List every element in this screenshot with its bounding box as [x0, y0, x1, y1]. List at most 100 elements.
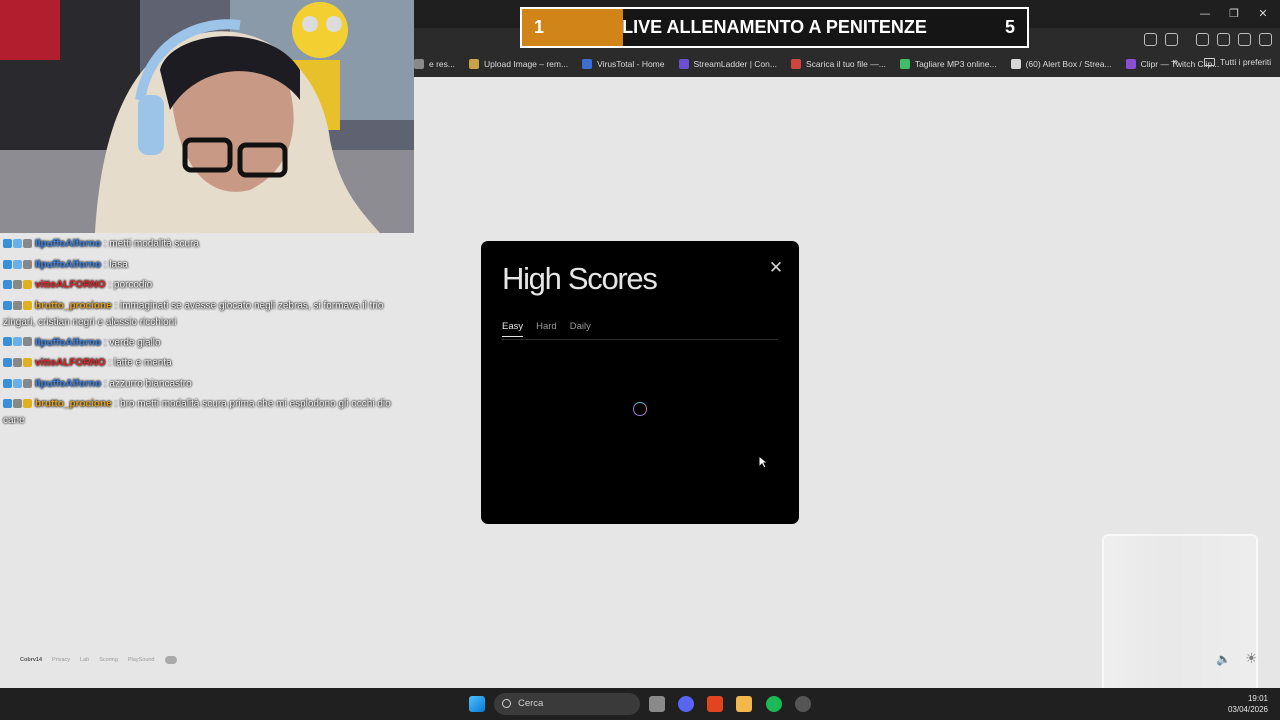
maximize-button[interactable]: ❐ [1223, 4, 1245, 24]
chat-text: : metti modalità scura [103, 238, 199, 250]
footer-link-privacy[interactable]: Privacy [52, 657, 70, 663]
bookmark-item[interactable]: Tagliare MP3 online... [899, 59, 997, 69]
chat-text: : lasa [103, 259, 128, 271]
bookmark-favicon-icon [468, 59, 479, 69]
chat-badge-icon [23, 238, 32, 248]
chat-badge-icon [13, 378, 22, 388]
tab-daily[interactable]: Daily [570, 321, 591, 337]
bookmarks-overflow-chevron-icon[interactable]: » [1172, 55, 1179, 68]
chat-username: vittoALFORNO [35, 357, 106, 369]
bookmark-item[interactable]: (60) Alert Box / Strea... [1010, 59, 1112, 69]
bookmark-favicon-icon [899, 59, 910, 69]
taskbar-clock[interactable]: 19:01 03/04/2026 [1228, 693, 1268, 715]
chat-text: : porcodio [108, 279, 153, 291]
webcam-feed [0, 0, 414, 233]
bookmark-item[interactable]: Upload Image – rem... [468, 59, 569, 69]
bookmark-label: e res... [429, 59, 455, 69]
bookmark-item[interactable]: VirusTotal - Home [582, 59, 665, 69]
bookmark-label: VirusTotal - Home [597, 59, 665, 69]
chat-badge-icon [23, 399, 32, 409]
chat-username: IlpuffoAlforno [35, 337, 102, 349]
chat-badge-icon [3, 358, 12, 368]
penalty-counter-banner: LIVE ALLENAMENTO A PENITENZE 1 5 [520, 7, 1029, 48]
chat-text: : latte e menta [108, 357, 172, 369]
chat-username: vittoALFORNO [35, 279, 106, 291]
folder-icon [1204, 58, 1215, 66]
task-view-icon[interactable] [649, 696, 665, 712]
chat-badges [3, 277, 33, 293]
banner-title: LIVE ALLENAMENTO A PENITENZE [622, 17, 927, 37]
footer-link-lab[interactable]: Lab [80, 657, 89, 663]
bookmark-label: Scarica il tuo file —... [805, 59, 886, 69]
chat-username: IlpuffoAlforno [35, 259, 102, 271]
chat-message: vittoALFORNO : latte e menta [0, 353, 414, 374]
chat-badge-icon [23, 337, 32, 347]
bookmark-item[interactable]: StreamLadder | Con... [678, 59, 777, 69]
obs-icon[interactable] [795, 696, 811, 712]
chat-badges [3, 376, 33, 392]
leo-ai-icon[interactable] [1217, 33, 1230, 46]
chat-message: IlpuffoAlforno : verde giallo [0, 333, 414, 354]
tab-easy[interactable]: Easy [502, 321, 524, 337]
dialog-title: High Scores [502, 261, 658, 296]
difficulty-tabs: Easy Hard Daily [502, 321, 591, 337]
tabs-divider [501, 339, 778, 340]
taskbar-search[interactable]: Cerca [494, 693, 640, 715]
bookmark-favicon-icon [1125, 59, 1136, 69]
chat-badges [3, 355, 33, 371]
menu-icon[interactable] [1259, 33, 1272, 46]
discord-icon[interactable] [678, 696, 694, 712]
all-bookmarks-label: Tutti i preferiti [1220, 57, 1272, 67]
chat-badge-icon [13, 337, 22, 347]
chat-username: brutto_procione [35, 300, 112, 312]
bookmark-favicon-icon [582, 59, 593, 69]
site-footer: Cobrv14 Privacy Lab Scoring PlaySound [20, 656, 177, 664]
vpn-shield-icon[interactable] [1238, 33, 1251, 46]
chat-badge-icon [13, 259, 22, 269]
chat-badge-icon [3, 399, 12, 409]
bookmark-favicon-icon [678, 59, 689, 69]
brave-browser-icon[interactable] [707, 696, 723, 712]
chat-badge-icon [13, 399, 22, 409]
close-icon[interactable]: ✕ [767, 259, 785, 277]
chat-badges [3, 298, 33, 314]
chat-badge-icon [3, 259, 12, 269]
minimize-button[interactable]: — [1194, 4, 1216, 24]
loading-spinner-icon [633, 402, 647, 416]
chat-badge-icon [13, 280, 22, 290]
clock-date: 03/04/2026 [1227, 705, 1268, 714]
chat-badge-icon [23, 259, 32, 269]
chat-badge-icon [23, 378, 32, 388]
mouse-cursor-icon [758, 454, 769, 474]
all-bookmarks-button[interactable]: Tutti i preferiti [1204, 57, 1271, 67]
bookmark-favicon-icon [414, 59, 424, 69]
extensions-icon[interactable] [1144, 33, 1157, 46]
bookmark-label: Upload Image – rem... [483, 59, 569, 69]
chat-badges [3, 257, 33, 273]
footer-link-playsound[interactable]: PlaySound [128, 657, 155, 663]
chat-badges [3, 396, 33, 412]
chat-badge-icon [23, 300, 32, 310]
window-close-button[interactable]: ✕ [1252, 4, 1274, 24]
bookmark-item[interactable]: e res... [414, 59, 455, 69]
chat-message: vittoALFORNO : porcodio [0, 275, 414, 296]
bookmark-label: StreamLadder | Con... [693, 59, 777, 69]
bookmark-item[interactable]: Scarica il tuo file —... [790, 59, 886, 69]
bookmarks-bar: e res... Upload Image – rem... VirusTotal … [414, 52, 1280, 76]
chat-overlay: IlpuffoAlforno : metti modalità scura Ilp… [0, 234, 414, 431]
tab-hard[interactable]: Hard [536, 321, 557, 337]
clock-time: 19:01 [1247, 694, 1268, 703]
banner-total-count: 5 [1004, 17, 1015, 37]
high-scores-dialog: High Scores ✕ Easy Hard Daily [481, 241, 799, 524]
taskbar: Cerca 19:01 03/04/2026 [0, 688, 1280, 720]
chat-badge-icon [23, 280, 32, 290]
chat-badge-icon [3, 238, 12, 248]
footer-link-scoring[interactable]: Scoring [99, 657, 118, 663]
reader-icon[interactable] [1165, 33, 1178, 46]
spotify-icon[interactable] [766, 696, 782, 712]
file-explorer-icon[interactable] [736, 696, 752, 712]
chat-badge-icon [3, 300, 12, 310]
banner-current-count: 1 [534, 17, 545, 37]
sidebar-icon[interactable] [1196, 33, 1209, 46]
windows-start-icon[interactable] [469, 696, 485, 712]
